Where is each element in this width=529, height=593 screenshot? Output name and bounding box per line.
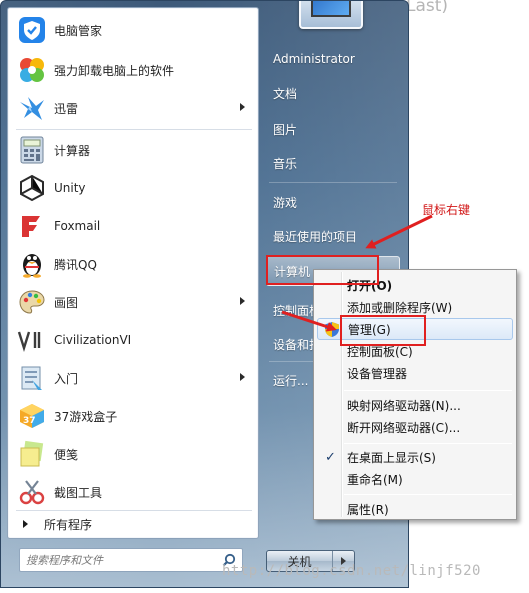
search-box[interactable] xyxy=(19,548,243,572)
program-item-unity[interactable]: Unity xyxy=(11,170,255,206)
computer-context-menu: 打开(O) 添加或删除程序(W) 管理(G) 控制面板(C) 设备管理器 映射网… xyxy=(313,269,517,520)
right-divider xyxy=(269,182,397,183)
pc-manager-icon xyxy=(17,15,47,45)
user-picture[interactable] xyxy=(299,1,363,29)
ctx-item-map-network-drive[interactable]: 映射网络驱动器(N)... xyxy=(317,394,513,416)
ctx-separator xyxy=(344,494,512,495)
search-input[interactable] xyxy=(26,553,210,567)
submenu-arrow-icon xyxy=(240,373,245,381)
program-label: Foxmail xyxy=(54,219,101,233)
ctx-item-label: 映射网络驱动器(N)... xyxy=(347,398,461,413)
ctx-item-label: 属性(R) xyxy=(347,502,389,517)
program-item-qq[interactable]: 腾讯QQ xyxy=(11,246,255,282)
program-item-pc-manager[interactable]: 电脑管家 xyxy=(11,12,255,48)
expand-arrow-icon xyxy=(23,520,28,528)
right-link-pictures[interactable]: 图片 xyxy=(266,114,400,144)
program-label: 电脑管家 xyxy=(54,23,103,38)
program-item-foxmail[interactable]: Foxmail xyxy=(11,208,255,244)
svg-text:37: 37 xyxy=(23,416,36,426)
uninstaller-icon xyxy=(17,55,47,85)
program-item-getting-started[interactable]: 入门 xyxy=(11,360,255,396)
program-item-paint[interactable]: 画图 xyxy=(11,284,255,320)
ctx-item-label: 重命名(M) xyxy=(347,472,403,487)
program-item-sticky-notes[interactable]: 便笺 xyxy=(11,436,255,472)
unity-icon xyxy=(17,173,47,203)
ctx-item-label: 在桌面上显示(S) xyxy=(347,450,436,465)
submenu-arrow-icon xyxy=(240,103,245,111)
programs-pane: 电脑管家 强力卸载电脑上的软件 迅雷 计算器 Unity Foxmail 腾讯Q… xyxy=(7,7,259,539)
ctx-separator xyxy=(344,390,512,391)
program-divider xyxy=(16,129,252,130)
ctx-separator xyxy=(344,443,512,444)
program-item-civilization[interactable]: CivilizationVI xyxy=(11,322,255,358)
annotation-label: 鼠标右键 xyxy=(422,203,471,217)
right-link-administrator[interactable]: Administrator xyxy=(266,44,400,74)
snipping-tool-icon xyxy=(17,477,47,507)
program-item-game-box[interactable]: 37 37游戏盒子 xyxy=(11,398,255,434)
program-item-calculator[interactable]: 计算器 xyxy=(11,132,255,168)
program-label: 强力卸载电脑上的软件 xyxy=(54,63,175,78)
paint-palette-icon xyxy=(17,287,47,317)
right-link-games[interactable]: 游戏 xyxy=(266,187,400,217)
ctx-item-rename[interactable]: 重命名(M) xyxy=(317,468,513,490)
uac-shield-icon xyxy=(324,321,340,338)
checkmark-icon: ✓ xyxy=(325,450,336,465)
ctx-item-device-manager[interactable]: 设备管理器 xyxy=(317,362,513,384)
ctx-item-label: 设备管理器 xyxy=(347,366,408,381)
all-programs-label: 所有程序 xyxy=(44,517,93,532)
foxmail-icon xyxy=(17,211,47,241)
ctx-item-show-on-desktop[interactable]: ✓ 在桌面上显示(S) xyxy=(317,446,513,468)
program-label: CivilizationVI xyxy=(54,333,132,347)
qq-penguin-icon xyxy=(17,249,47,279)
program-label: 截图工具 xyxy=(54,485,103,500)
ctx-item-disconnect-network-drive[interactable]: 断开网络驱动器(C)... xyxy=(317,416,513,438)
monitor-icon xyxy=(311,1,351,17)
program-label: 迅雷 xyxy=(54,101,79,116)
program-label: 37游戏盒子 xyxy=(54,409,118,424)
civilization-icon xyxy=(17,325,47,355)
ctx-item-label: 断开网络驱动器(C)... xyxy=(347,420,461,435)
sticky-notes-icon xyxy=(17,439,47,469)
ctx-item-label: 添加或删除程序(W) xyxy=(347,300,453,315)
program-label: 入门 xyxy=(54,371,79,386)
program-item-thunder[interactable]: 迅雷 xyxy=(11,90,255,126)
program-label: 画图 xyxy=(54,295,79,310)
submenu-arrow-icon xyxy=(240,297,245,305)
highlight-box-computer xyxy=(266,255,379,285)
program-label: 腾讯QQ xyxy=(54,257,97,272)
program-label: Unity xyxy=(54,181,86,195)
thunder-bird-icon xyxy=(17,93,47,123)
background-window-title: Last) xyxy=(406,0,449,16)
program-item-snipping-tool[interactable]: 截图工具 xyxy=(11,474,255,510)
getting-started-icon xyxy=(17,363,47,393)
ctx-item-properties[interactable]: 属性(R) xyxy=(317,498,513,520)
program-label: 计算器 xyxy=(54,143,91,158)
calculator-icon xyxy=(17,135,47,165)
all-programs-button[interactable]: 所有程序 xyxy=(11,511,255,537)
right-link-recent-items[interactable]: 最近使用的项目 xyxy=(266,221,400,251)
program-item-uninstaller[interactable]: 强力卸载电脑上的软件 xyxy=(11,52,255,88)
right-link-documents[interactable]: 文档 xyxy=(266,78,400,108)
watermark: http://blog.csdn.net/linjf520 xyxy=(222,563,481,579)
game-box-icon: 37 xyxy=(17,401,47,431)
right-link-music[interactable]: 音乐 xyxy=(266,148,400,178)
program-label: 便笺 xyxy=(54,447,79,462)
highlight-box-manage xyxy=(340,315,426,346)
